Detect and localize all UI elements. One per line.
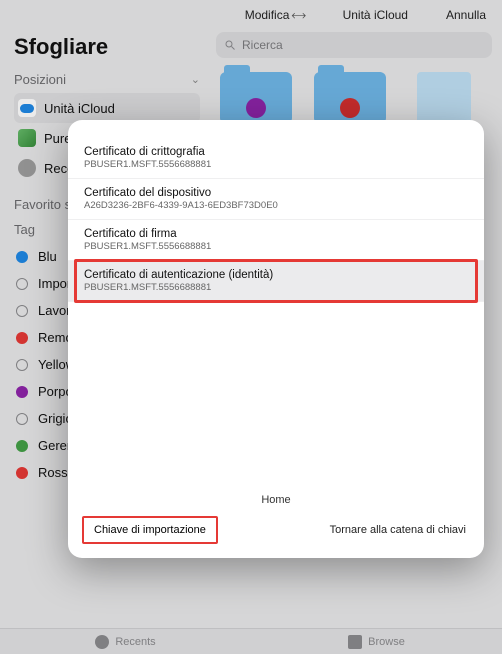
- sidebar-item-label: Unità iCloud: [44, 101, 115, 116]
- tag-label: Blu: [38, 249, 57, 264]
- back-to-keychain-button[interactable]: Tornare alla catena di chiavi: [330, 524, 466, 536]
- tag-dot-icon: [16, 386, 28, 398]
- cert-sub: PBUSER1.MSFT.5556688881: [84, 241, 468, 252]
- tag-dot-icon: [16, 413, 28, 425]
- bottom-tabbar: Recents Browse: [0, 628, 502, 654]
- back-keychain-label: Tornare alla catena di chiavi: [330, 524, 466, 536]
- cert-sub: PBUSER1.MSFT.5556688881: [84, 159, 468, 170]
- tag-dot-icon: [16, 467, 28, 479]
- edit-label: Modifica: [245, 8, 290, 22]
- cert-title: Certificato di firma: [84, 228, 468, 240]
- positions-label: Posizioni: [14, 72, 66, 87]
- tag-dot-icon: [16, 440, 28, 452]
- favorites-label: Favorito s: [14, 197, 71, 212]
- tag-dot-icon: [16, 278, 28, 290]
- sidebar-section-positions[interactable]: Posizioni ⌄: [14, 72, 200, 87]
- tag-dot-icon: [16, 305, 28, 317]
- cert-sub: A26D3236-2BF6-4339-9A13-6ED3BF73D0E0: [84, 200, 468, 211]
- cert-title: Certificato di autenticazione (identità): [84, 269, 468, 281]
- certificate-item-selected[interactable]: Certificato di autenticazione (identità)…: [68, 261, 484, 302]
- certificate-item[interactable]: Certificato di firma PBUSER1.MSFT.555668…: [68, 220, 484, 261]
- clock-icon: [95, 635, 109, 649]
- clock-icon: [18, 159, 36, 177]
- folder-icon: [348, 635, 362, 649]
- folder-icon: [220, 72, 292, 124]
- search-input[interactable]: Ricerca: [216, 32, 492, 58]
- tab-label: Browse: [368, 636, 405, 648]
- page-title: Sfogliare: [14, 34, 200, 60]
- certificate-item[interactable]: Certificato di crittografia PBUSER1.MSFT…: [68, 138, 484, 179]
- sidebar-item-icloud[interactable]: Unità iCloud: [14, 93, 200, 123]
- import-key-button[interactable]: Chiave di importazione: [86, 520, 214, 540]
- tag-dot-icon: [16, 332, 28, 344]
- chevron-down-icon: ⌄: [191, 73, 200, 86]
- cert-title: Certificato del dispositivo: [84, 187, 468, 199]
- certificate-item[interactable]: Certificato del dispositivo A26D3236-2BF…: [68, 179, 484, 220]
- folder-badge-icon: [340, 98, 360, 118]
- cloud-icon: [18, 99, 36, 117]
- import-key-label: Chiave di importazione: [94, 524, 206, 536]
- tags-label: Tag: [14, 222, 35, 237]
- cert-sub: PBUSER1.MSFT.5556688881: [84, 282, 468, 293]
- app-icon: [18, 129, 36, 147]
- cancel-button[interactable]: Annulla: [446, 8, 486, 22]
- tab-recents[interactable]: Recents: [0, 629, 251, 654]
- search-icon: [224, 39, 236, 51]
- certificate-picker-modal: Certificato di crittografia PBUSER1.MSFT…: [68, 120, 484, 558]
- edit-button[interactable]: Modifica ⤢: [245, 7, 305, 24]
- tab-label: Recents: [115, 636, 155, 648]
- highlight-annotation: [74, 259, 478, 303]
- folder-badge-icon: [246, 98, 266, 118]
- tag-dot-icon: [16, 251, 28, 263]
- search-placeholder: Ricerca: [242, 38, 283, 52]
- cert-title: Certificato di crittografia: [84, 146, 468, 158]
- top-toolbar: Modifica ⤢ Unità iCloud Annulla: [0, 0, 502, 28]
- tab-browse[interactable]: Browse: [251, 629, 502, 654]
- modal-home-label: Home: [68, 484, 484, 510]
- folder-icon: [314, 72, 386, 124]
- expand-icon: ⤢: [289, 5, 309, 25]
- window-title: Unità iCloud: [343, 8, 408, 22]
- tag-dot-icon: [16, 359, 28, 371]
